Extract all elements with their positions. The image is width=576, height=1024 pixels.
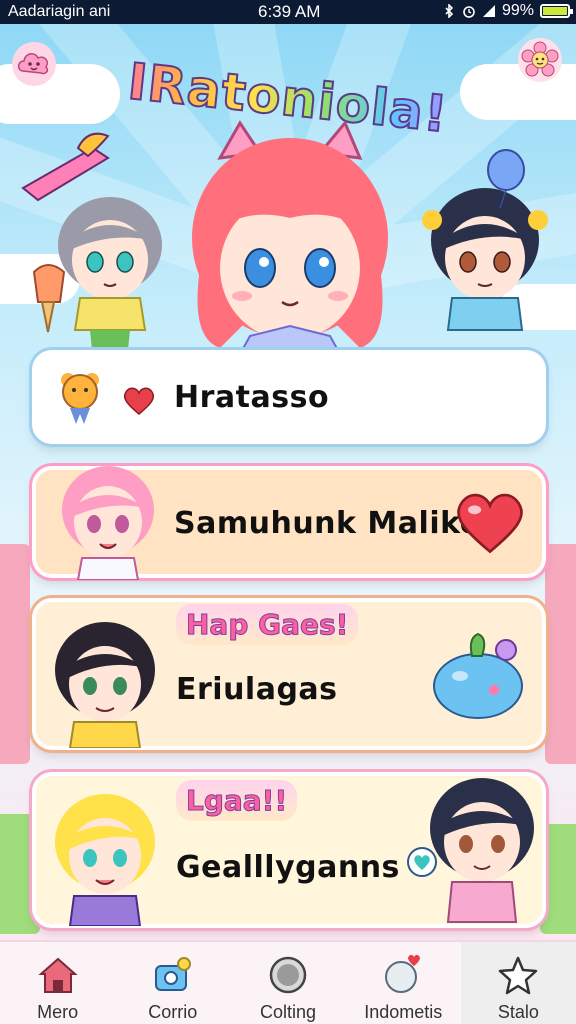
- nav-label: Mero: [37, 1002, 79, 1022]
- card-character-blonde: [55, 794, 155, 926]
- camera-icon: [154, 957, 191, 991]
- nav-label: Colting: [259, 1002, 317, 1022]
- card-character-dark: [55, 622, 155, 748]
- card-label: Samuhunk Malikes: [174, 506, 499, 541]
- home-icon: [37, 957, 78, 993]
- nav-item-collection[interactable]: Colting: [230, 942, 345, 1024]
- card-label: Hratasso: [174, 380, 330, 415]
- menu-card-4[interactable]: Lgaa!! Gealllyganns: [32, 772, 546, 928]
- card-label: Gealllyganns: [176, 850, 400, 885]
- flower-face-icon[interactable]: [518, 38, 562, 82]
- blue-blob-icon: [433, 632, 523, 719]
- nav-label: Indometis: [364, 1002, 443, 1022]
- status-bar: Aadariagin ani 6:39 AM 99%: [0, 0, 576, 24]
- bottom-nav: Mero Corrio Colting Indometis Stalo: [0, 940, 576, 1024]
- star-icon: [499, 956, 538, 995]
- card-label: Eriulagas: [176, 672, 338, 707]
- rocket-icon: [21, 132, 110, 202]
- card-badge: Hap Gaes!: [176, 604, 359, 645]
- heart-bubble-icon: [407, 847, 437, 877]
- nav-label: Corrio: [148, 1002, 198, 1022]
- ice-cream-icon: [32, 264, 66, 333]
- heart-chat-icon: [385, 954, 421, 993]
- bluetooth-icon: [445, 4, 454, 18]
- heart-icon: [123, 387, 155, 415]
- signal-icon: [482, 5, 495, 17]
- cloud-face-icon[interactable]: [12, 42, 56, 86]
- header-character-center: [192, 120, 388, 354]
- battery-percent: 99%: [501, 2, 534, 19]
- status-time: 6:39 AM: [258, 2, 321, 21]
- nav-item-home[interactable]: Mero: [0, 942, 115, 1024]
- battery-icon: [540, 4, 573, 18]
- menu-card-1[interactable]: Hratasso: [32, 350, 546, 444]
- heart-icon: [457, 493, 523, 554]
- card-character-pink: [62, 466, 154, 580]
- circle-icon: [269, 956, 307, 994]
- nav-item-messages[interactable]: Indometis: [346, 942, 461, 1024]
- card-character-navy: [430, 778, 534, 923]
- alarm-icon: [463, 6, 475, 18]
- carrier-label: Aadariagin ani: [8, 3, 111, 20]
- menu-card-2[interactable]: Samuhunk Malikes: [32, 466, 546, 580]
- bear-badge-icon: [61, 373, 99, 424]
- card-badge: Lgaa!!: [176, 780, 298, 821]
- status-icons: 99%: [442, 2, 573, 20]
- menu-card-3[interactable]: Hap Gaes! Eriulagas: [32, 598, 546, 750]
- nav-item-camera[interactable]: Corrio: [115, 942, 230, 1024]
- nav-label: Stalo: [497, 1002, 539, 1022]
- nav-item-star[interactable]: Stalo: [460, 942, 576, 1024]
- battery-fill: [543, 7, 567, 15]
- balloon-icon: [487, 149, 525, 208]
